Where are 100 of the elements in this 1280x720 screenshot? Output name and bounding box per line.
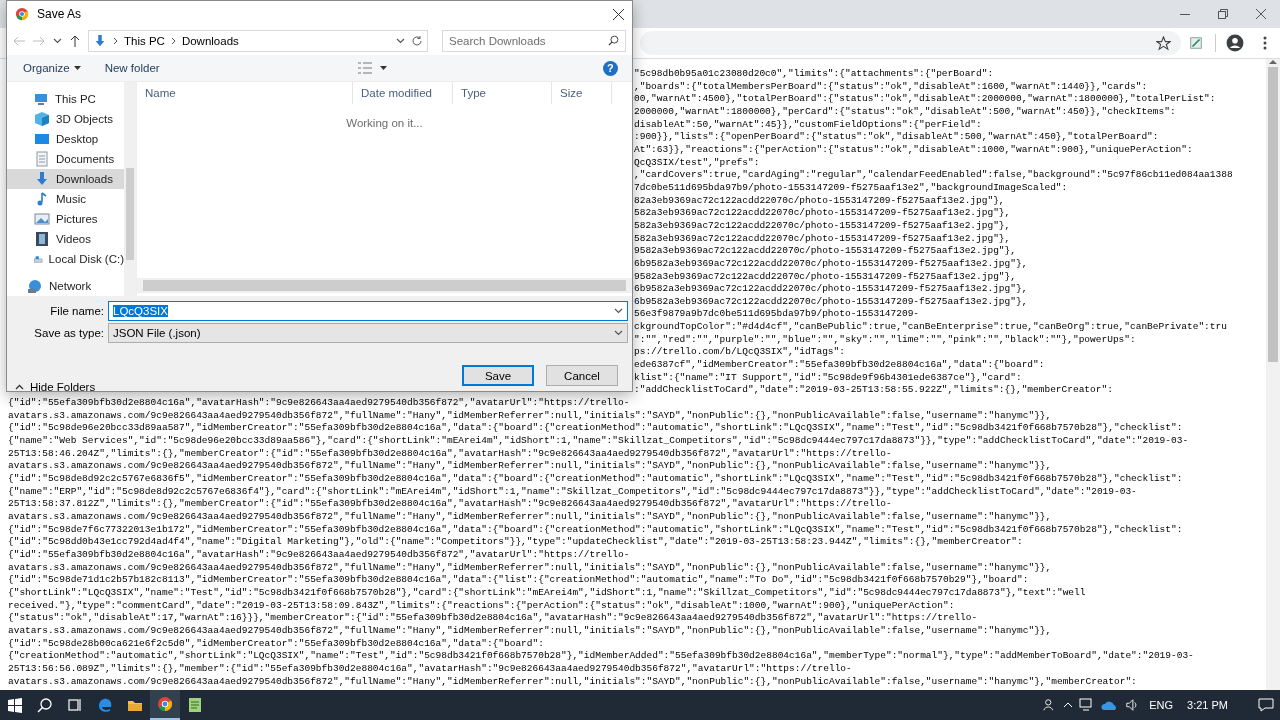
- file-name-field[interactable]: LQcQ3SIX: [108, 301, 628, 321]
- code-line: ":"","red":"","purple":"","blue":"","sky":"","lime":"","pink":"","black":""},"powerUps":: [634, 333, 1136, 347]
- scrollbar[interactable]: [124, 82, 136, 296]
- recent-dropdown-icon: [53, 38, 62, 44]
- code-line: 6b9582a3eb9369ac72c122acdd22070c/photo-1553147209-f5275aaf13e2.jpg"},: [634, 295, 1028, 309]
- folder-tree-item[interactable]: Downloads: [7, 169, 124, 189]
- refresh-icon[interactable]: [411, 35, 423, 47]
- computer-icon: [33, 91, 49, 107]
- code-line: 582a3eb9369ac72c122acdd22070c/photo-1553147209-f5275aaf13e2.jpg"},: [634, 232, 1011, 246]
- code-line: avatars.s3.amazonaws.com/9c9e826643aa4aed9279540db356f872","fullName":"Hany","idMemberReferrer":null,"initials":"SAYD","nonPublic":{},"nonPublicAvailable":false,"username":"hanymc"}},: [8, 624, 1052, 638]
- network-icon: [27, 278, 43, 294]
- search-icon[interactable]: [608, 35, 619, 46]
- clock[interactable]: 3:21 PM: [1183, 699, 1232, 711]
- extension-icon[interactable]: [1189, 36, 1203, 50]
- file-type-dropdown[interactable]: JSON File (.json): [108, 323, 628, 343]
- folder-tree-item[interactable]: Pictures: [7, 209, 124, 229]
- search-icon: [37, 697, 53, 713]
- field-label: File name:: [49, 305, 105, 317]
- code-line: 00,"warnAt":4500},"totalPerBoard":{"status":"ok","disableAt":2000000,"warnAt":1800000},"totalPerList":: [634, 93, 1216, 106]
- column-header[interactable]: Date modified: [353, 82, 453, 104]
- document-icon: [34, 151, 50, 167]
- close-icon[interactable]: [1256, 9, 1266, 19]
- folder-tree-item[interactable]: Local Disk (C:): [7, 249, 124, 269]
- windows-logo-icon: [7, 697, 23, 713]
- status-text: Working on it...: [346, 117, 423, 129]
- caret-down-icon[interactable]: [379, 66, 387, 70]
- help-button[interactable]: ?: [603, 60, 618, 76]
- code-line: ,"cardCovers":true,"cardAging":"regular","calendarFeedEnabled":false,"background":"5c97f86cb11ed084aa1388: [634, 169, 1233, 182]
- film-icon: [34, 231, 50, 247]
- minimize-icon[interactable]: [1180, 13, 1190, 15]
- language-indicator[interactable]: ENG: [1145, 699, 1178, 711]
- chevron-right-icon: [170, 37, 176, 45]
- column-header[interactable]: Type: [453, 82, 552, 104]
- caret-up-icon[interactable]: [1063, 702, 1074, 708]
- code-line: :900}},"lists":{"openPerBoard":{"status":"ok","disableAt":500,"warnAt":450},"totalPerBoard":: [634, 131, 1159, 144]
- chevron-right-icon: [113, 37, 118, 45]
- menu-icon[interactable]: [1263, 36, 1267, 50]
- folder-tree-item[interactable]: Desktop: [7, 129, 124, 149]
- dialog-button[interactable]: Save: [462, 365, 534, 386]
- code-line: QcQ3SIX/test","prefs":: [634, 156, 760, 170]
- code-line: {"id":"5c98de96e20bcc33d89aa587","idMemberCreator":"55efa309bfb30d2e8804c16a","data":{"board":{"creationMethod":"automatic","shortLink":"LQcQ3SIX","name":"Test","id":"5c98db3421f0f668b7570b28"},"checklist":: [8, 422, 1183, 436]
- taskbar-button[interactable]: [150, 690, 180, 720]
- notepad-icon: [187, 697, 203, 713]
- code-line: 9582a3eb9369ac72c122acdd22070c/photo-1553147209-f5275aaf13e2.jpg"},: [634, 245, 1016, 258]
- download-arrow-icon: [93, 34, 107, 48]
- cube-icon: [34, 111, 50, 127]
- picture-icon: [34, 211, 50, 227]
- code-line: avatars.s3.amazonaws.com/9c9e826643aa4aed9279540db356f872","fullName":"Hany","idMemberReferrer":null,"initials":"SAYD","nonPublic":{},"nonPublicAvailable":false,"username":"hanymc"},"memberCreator":: [8, 675, 1137, 689]
- code-line: {"id":"5c98de8d92c2c5767e6836f5","idMemberCreator":"55efa309bfb30d2e8804c16a","data":{"board":{"creationMethod":"automatic","shortLink":"LQcQ3SIX","name":"Test","id":"5c98db3421f0f668b7570b28"},"checklist":: [8, 473, 1183, 486]
- chrome-icon: [157, 696, 173, 712]
- notification-icon[interactable]: [1258, 698, 1274, 712]
- new-folder-button[interactable]: New folder: [100, 60, 164, 76]
- code-line: avatars.s3.amazonaws.com/9c9e826643aa4aed9279540db356f872","fullName":"Hany","idMemberReferrer":null,"initials":"SAYD","nonPublic":{},"nonPublicAvailable":false,"username":"hanymc"}},: [8, 409, 1052, 423]
- code-line: 25T13:56:56.089Z","limits":{},"member":{"id":"55efa309bfb30d2e8804c16a","avatarHash":"9c9e826643aa4aed9279540db356f872","avatarUrl":"https://trello-: [8, 662, 852, 676]
- code-line: ede6387cf","idMemberCreator":"55efa309bfb30d2e8804c16a","data":{"board":: [634, 359, 1045, 372]
- profile-icon[interactable]: [1226, 34, 1244, 52]
- breadcrumb-item[interactable]: This PC: [124, 35, 165, 47]
- hide-folders-button[interactable]: Hide Folders: [15, 381, 96, 393]
- dialog-button[interactable]: Cancel: [546, 365, 618, 386]
- search-field[interactable]: Search Downloads: [442, 30, 626, 52]
- code-line: ps://trello.com/b/LQcQ3SIX","idTags":: [634, 346, 845, 360]
- address-bar[interactable]: This PC Downloads: [88, 30, 428, 52]
- task-view-icon: [67, 697, 83, 713]
- folder-tree-item[interactable]: This PC: [7, 89, 124, 109]
- folder-tree-item[interactable]: Network: [7, 276, 124, 296]
- folder-tree-item[interactable]: Music: [7, 189, 124, 209]
- folder-tree-item[interactable]: Videos: [7, 229, 124, 249]
- up-arrow-icon[interactable]: [70, 35, 80, 47]
- close-icon[interactable]: [613, 8, 624, 20]
- monitor-icon: [34, 131, 50, 147]
- code-line: {"id":"5c98de71d1c2b57b182c8113","idMemberCreator":"55efa309bfb30d2e8804c16a","data":{"list":{"creationMethod":"automatic","name":"To Do","id":"5c98db3421f0f668b7570b29"},"board":: [8, 574, 1029, 587]
- scroll-up-arrow-icon[interactable]: [1269, 59, 1277, 65]
- folder-tree-item[interactable]: 3D Objects: [7, 109, 124, 129]
- column-header[interactable]: Name: [137, 82, 353, 104]
- code-line: ,"boards":{"totalMembersPerBoard":{"status":"ok","disableAt":1600,"warnAt":1440}},"cards":: [634, 80, 1148, 94]
- folder-tree-item[interactable]: Documents: [7, 149, 124, 169]
- code-line: 2000000,"warnAt":1800000},"perCard":{"status":"ok","disableAt":500,"warnAt":450}},"checkItems":: [634, 105, 1176, 119]
- code-line: klist":{"name":"IT Support","id":"5c98de9f96b4301ede6387ce"},"card":: [634, 371, 1022, 385]
- organize-button[interactable]: Organize: [19, 60, 85, 76]
- code-line: 9582a3eb9369ac72c122acdd22070c/photo-1553147209-f5275aaf13e2.jpg"},: [634, 270, 1016, 284]
- code-line: ckgroundTopColor":"#d4d4cf","canBePublic":true,"canBeEnterprise":true,"canBeOrg":true,"canBePrivate":tru: [634, 321, 1227, 334]
- code-line: {"id":"5c98de7f6c77322013e1b172","idMemberCreator":"55efa309bfb30d2e8804c16a","data":{"board":{"creationMethod":"automatic","shortLink":"LQcQ3SIX","name":"Test","id":"5c98db3421f0f668b7570b28"},"checklist":: [8, 523, 1183, 537]
- breadcrumb-item[interactable]: Downloads: [181, 35, 239, 47]
- code-line: 6b9582a3eb9369ac72c122acdd22070c/photo-1553147209-f5275aaf13e2.jpg"},: [634, 257, 1028, 271]
- code-line: 56e3f9879a9b7dc0be511d695bda97b9/photo-1553147209-: [634, 308, 920, 322]
- restore-icon[interactable]: [1218, 9, 1228, 19]
- code-line: 7dc0be511d695bda97b9/photo-1553147209-f5275aaf13e2","backgroundImageScaled":: [634, 181, 1068, 195]
- code-line: disableAt":50,"warnAt":45}},"customFieldOptions":{"perField":: [634, 118, 982, 132]
- code-line: At":63}},"reactions":{"perAction":{"status":"ok","disableAt":1000,"warnAt":900},"uniquePerAction":: [634, 143, 1193, 157]
- code-line: avatars.s3.amazonaws.com/9c9e826643aa4aed9279540db356f872","fullName":"Hany","idMemberReferrer":null,"initials":"SAYD","nonPublic":{},"nonPublicAvailable":false,"username":"hanymc"}},: [8, 510, 1052, 524]
- column-header[interactable]: Size: [552, 82, 612, 104]
- code-line: 582a3eb9369ac72c122acdd22070c/photo-1553147209-f5275aaf13e2.jpg"},: [634, 207, 1011, 220]
- code-line: :"addChecklistToCard","date":"2019-03-25T13:58:55.922Z","limits":{},"memberCreator":: [634, 384, 1113, 398]
- star-icon[interactable]: [1156, 35, 1171, 51]
- scrollbar[interactable]: [1266, 59, 1280, 690]
- code-line: {"status":"ok","disableAt":17,"warnAt":16}}},"memberCreator":{"id":"55efa309bfb30d2e8804c16a","avatarHash":"9c9e826643aa4aed9279540db356f872","avatarUrl":"https://trello-: [8, 612, 978, 625]
- chevron-down-icon: [614, 330, 623, 336]
- scrollbar[interactable]: [137, 278, 632, 293]
- dialog-title: Save As: [37, 7, 82, 21]
- code-line: {"shortLink":"LQcQ3SIX","name":"Test","id":"5c98db3421f0f668b7570b28"},"card":{"shortLink":"mEArei4m","idShort":1,"name":"Skillzat_Competitors","id":"5c98dc9444ec797c17da8873"},"text":"well: [8, 586, 1086, 600]
